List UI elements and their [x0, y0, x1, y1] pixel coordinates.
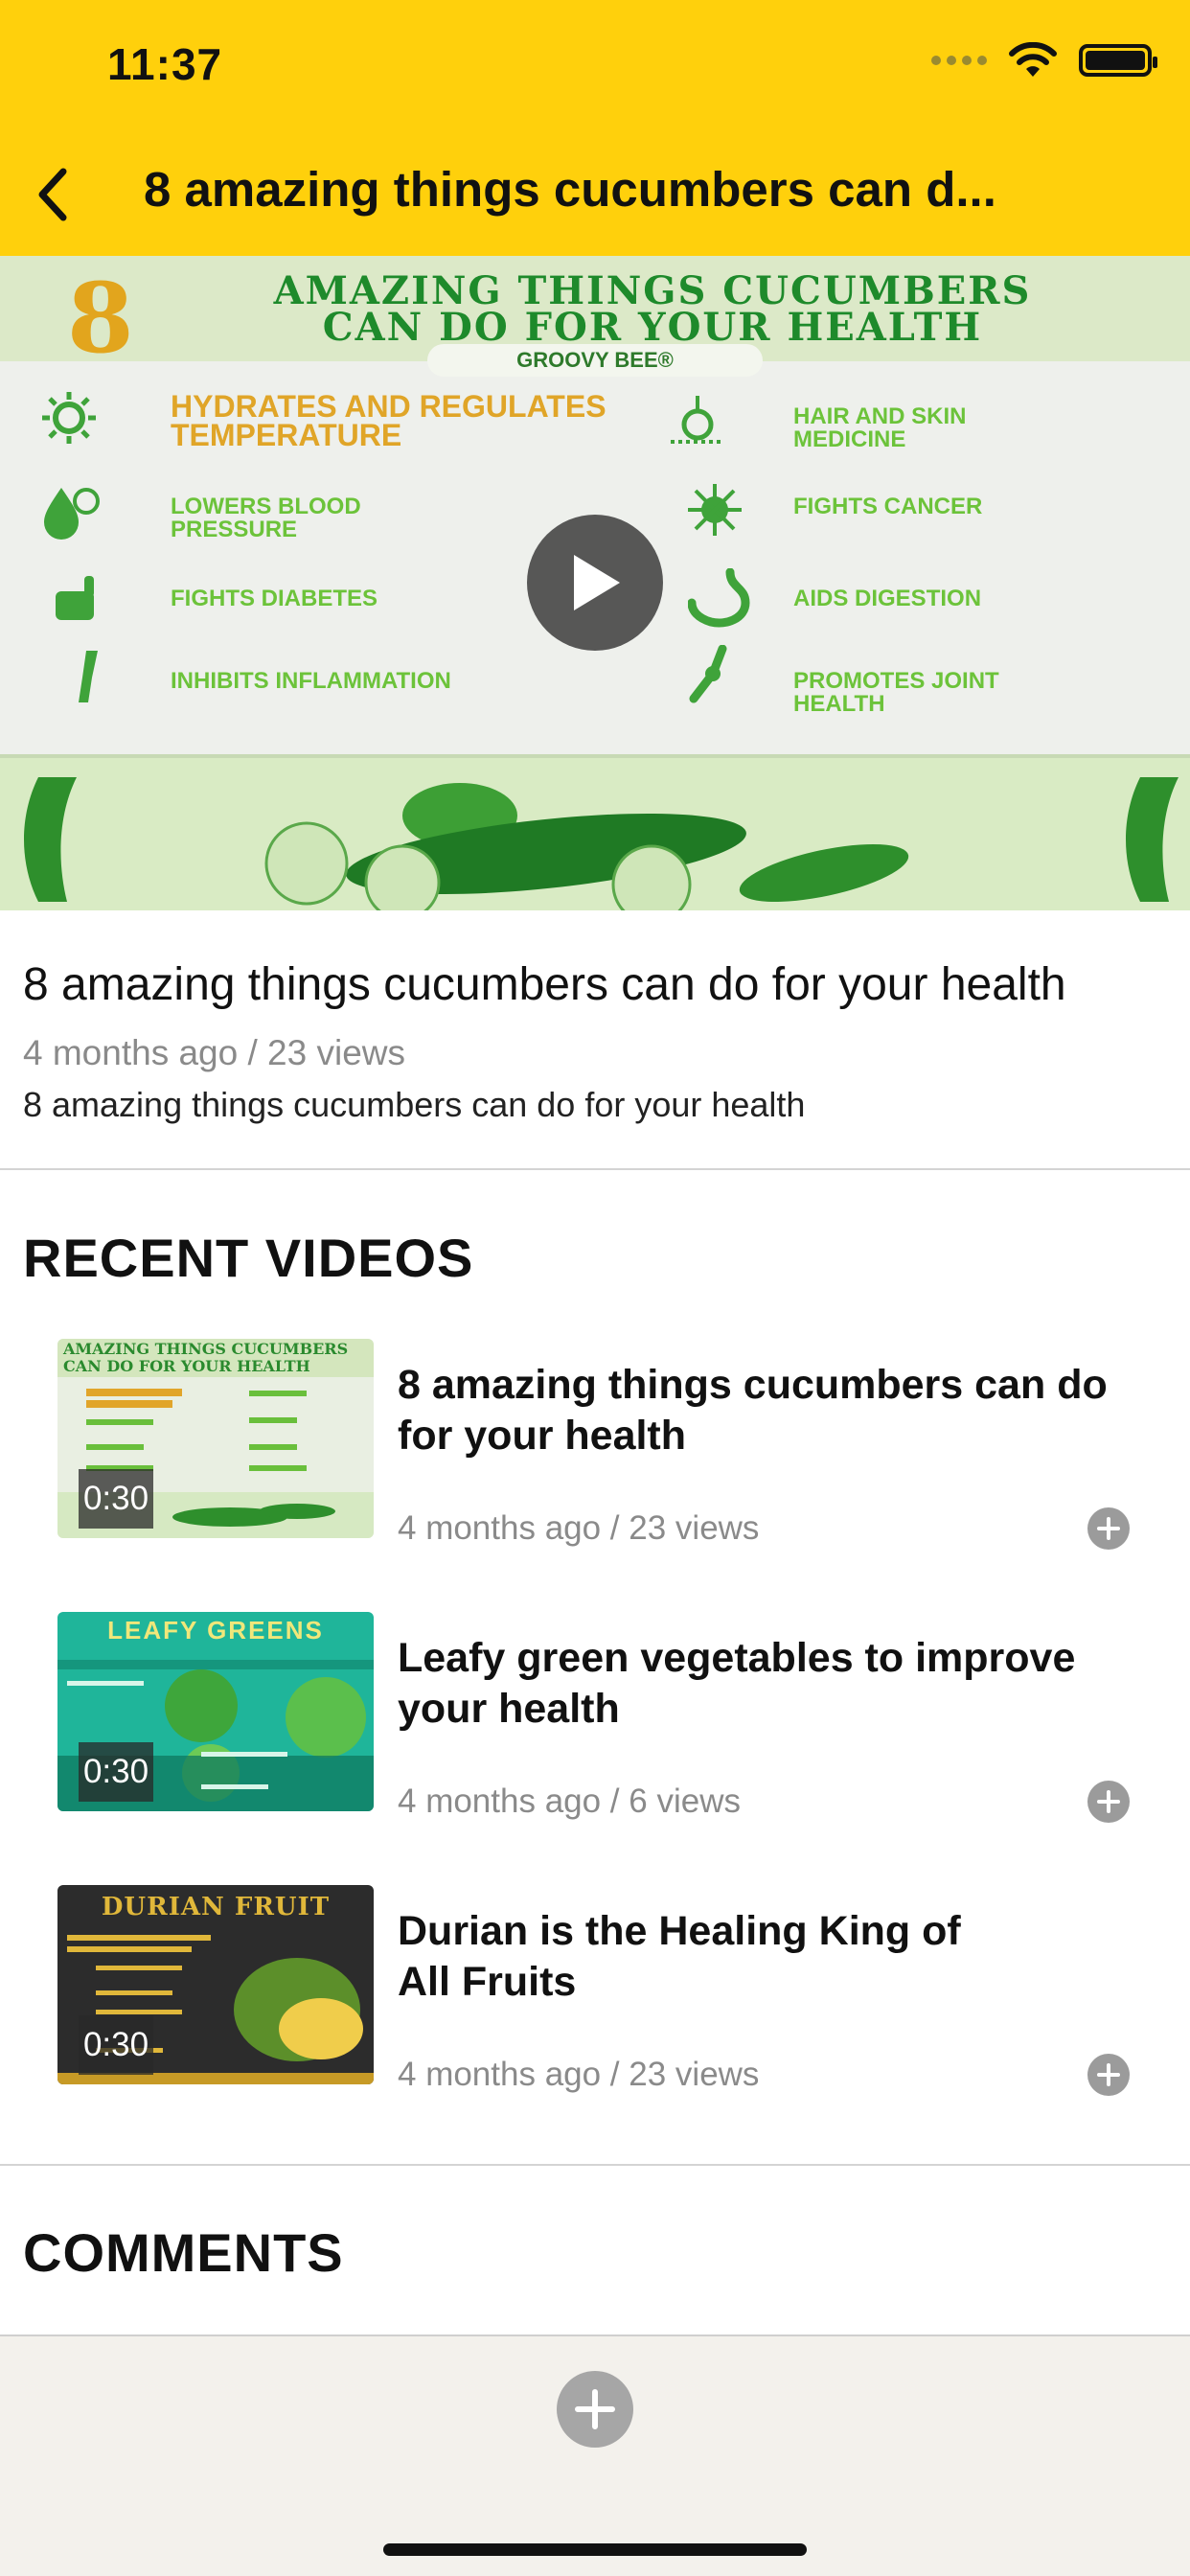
- poster-title: AMAZING THINGS CUCUMBERS CAN DO FOR YOUR…: [0, 272, 1190, 350]
- benefit-inflammation: INHIBITS INFLAMMATION: [171, 668, 451, 694]
- plus-icon: [1097, 1517, 1120, 1540]
- benefit-hair-skin: HAIR AND SKIN MEDICINE: [793, 403, 967, 452]
- stomach-icon: [687, 567, 750, 628]
- app-header: 11:37 8 amazing things cucumbers can d..…: [0, 0, 1190, 256]
- benefit-diabetes: FIGHTS DIABETES: [171, 586, 378, 611]
- benefit-digestion: AIDS DIGESTION: [793, 586, 982, 611]
- wifi-icon: [1009, 42, 1057, 77]
- recent-video-meta: 4 months ago / 6 views: [398, 1782, 741, 1820]
- plus-icon: [1097, 1790, 1120, 1813]
- play-button[interactable]: [527, 515, 663, 651]
- recent-video-meta: 4 months ago / 23 views: [398, 2056, 760, 2093]
- video-thumbnail[interactable]: AMAZING THINGS CUCUMBERS CAN DO FOR YOUR…: [57, 1339, 374, 1538]
- add-to-list-button[interactable]: [1087, 2054, 1130, 2096]
- video-meta: 4 months ago / 23 views: [23, 1033, 405, 1072]
- back-button[interactable]: [29, 161, 77, 228]
- status-indicators: [931, 42, 1157, 79]
- recent-video-meta: 4 months ago / 23 views: [398, 1509, 760, 1547]
- blood-pressure-icon: [38, 484, 100, 540]
- divider: [0, 1168, 1190, 1170]
- duration-badge: 0:30: [79, 1469, 153, 1529]
- hair-icon: [667, 392, 728, 448]
- sun-icon: [38, 390, 100, 446]
- recent-video-item[interactable]: LEAFY GREENS 0:30 Leafy green vegetables…: [57, 1612, 1169, 1823]
- benefit-blood-pressure: LOWERS BLOOD PRESSURE: [171, 494, 361, 542]
- chevron-left-icon: [38, 168, 67, 221]
- plus-icon: [575, 2389, 615, 2429]
- benefit-joint: PROMOTES JOINT HEALTH: [793, 668, 999, 717]
- hand-icon: [50, 572, 111, 628]
- duration-badge: 0:30: [79, 2015, 153, 2075]
- cucumber-illustration: [0, 754, 1190, 910]
- bottom-bar: [0, 2334, 1190, 2576]
- add-to-list-button[interactable]: [1087, 1781, 1130, 1823]
- recent-video-title[interactable]: 8 amazing things cucumbers can do for yo…: [398, 1360, 1126, 1461]
- plus-icon: [1097, 2063, 1120, 2086]
- poster-title-line2: CAN DO FOR YOUR HEALTH: [322, 305, 983, 350]
- recent-video-title[interactable]: Leafy green vegetables to improve your h…: [398, 1633, 1126, 1735]
- benefit-cancer: FIGHTS CANCER: [793, 494, 983, 519]
- play-icon: [574, 555, 620, 610]
- home-indicator: [383, 2543, 807, 2556]
- recent-videos-heading: RECENT VIDEOS: [23, 1228, 474, 1288]
- nav-title: 8 amazing things cucumbers can d...: [144, 162, 996, 217]
- video-thumbnail[interactable]: DURIAN FRUIT 0:30: [57, 1885, 374, 2084]
- virus-icon: [684, 482, 745, 538]
- poster-brand: GROOVY BEE®: [427, 344, 763, 377]
- leg-icon: [59, 649, 121, 704]
- add-comment-button[interactable]: [557, 2371, 633, 2448]
- video-description: 8 amazing things cucumbers can do for yo…: [23, 1085, 806, 1124]
- divider: [0, 2164, 1190, 2166]
- recent-video-title[interactable]: Durian is the Healing King of All Fruits: [398, 1906, 1011, 2008]
- recent-video-item[interactable]: DURIAN FRUIT 0:30 Durian is the Healing …: [57, 1885, 1169, 2096]
- joint-icon: [680, 644, 742, 703]
- video-player[interactable]: 8 AMAZING THINGS CUCUMBERS CAN DO FOR YO…: [0, 256, 1190, 910]
- add-to-list-button[interactable]: [1087, 1507, 1130, 1550]
- battery-icon: [1079, 44, 1157, 77]
- benefit-hydrates: HYDRATES AND REGULATES TEMPERATURE: [171, 389, 606, 452]
- duration-badge: 0:30: [79, 1742, 153, 1802]
- cellular-signal-icon: [931, 56, 987, 65]
- video-thumbnail[interactable]: LEAFY GREENS 0:30: [57, 1612, 374, 1811]
- comments-heading: COMMENTS: [23, 2222, 344, 2283]
- status-time: 11:37: [107, 39, 223, 89]
- video-title: 8 amazing things cucumbers can do for yo…: [23, 959, 1066, 1010]
- recent-video-item[interactable]: AMAZING THINGS CUCUMBERS CAN DO FOR YOUR…: [57, 1339, 1169, 1550]
